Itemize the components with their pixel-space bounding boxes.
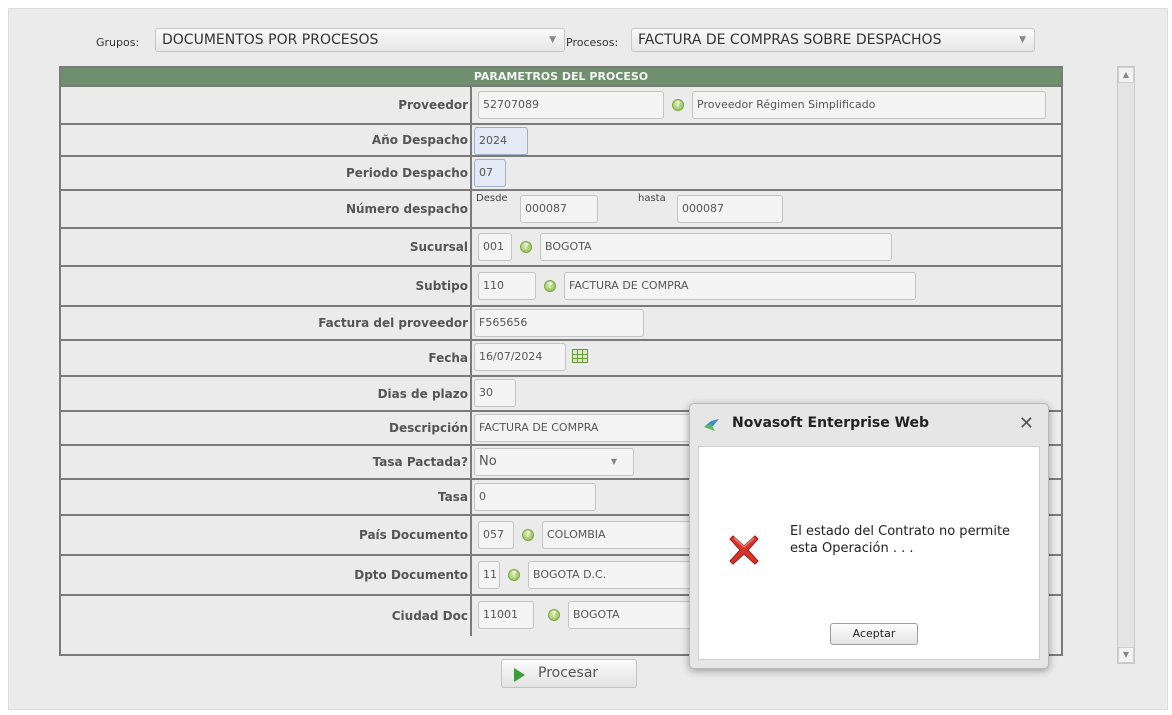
label-factura-proveedor: Factura del proveedor: [61, 307, 472, 339]
row-factura-proveedor: Factura del proveedor F565656: [61, 307, 1061, 341]
row-subtipo: Subtipo 110 ? FACTURA DE COMPRA: [61, 267, 1061, 307]
row-proveedor: Proveedor 52707089 ? Proveedor Régimen S…: [61, 87, 1061, 125]
proveedor-code-input[interactable]: 52707089: [478, 91, 664, 119]
help-icon[interactable]: ?: [544, 280, 556, 292]
processes-select[interactable]: FACTURA DE COMPRAS SOBRE DESPACHOS ▼: [631, 28, 1035, 52]
dpto-code-input[interactable]: 11: [478, 561, 500, 589]
groups-label: Grupos:: [96, 36, 140, 49]
processes-label: Procesos:: [566, 36, 619, 49]
row-anio-despacho: Año Despacho 2024: [61, 125, 1061, 157]
help-icon[interactable]: ?: [508, 569, 520, 581]
desde-label: Desde: [476, 193, 508, 204]
label-sucursal: Sucursal: [61, 229, 472, 265]
row-periodo-despacho: Periodo Despacho 07: [61, 157, 1061, 191]
groups-select[interactable]: DOCUMENTOS POR PROCESOS ▼: [155, 28, 565, 52]
hasta-label: hasta: [638, 193, 666, 204]
chevron-down-icon: ▼: [610, 457, 617, 466]
dialog-titlebar: Novasoft Enterprise Web ✕: [690, 404, 1048, 444]
row-numero-despacho: Número despacho Desde 000087 hasta 00008…: [61, 191, 1061, 229]
hasta-input[interactable]: 000087: [677, 195, 783, 223]
processes-select-value: FACTURA DE COMPRAS SOBRE DESPACHOS: [638, 32, 942, 48]
main-panel: Grupos: DOCUMENTOS POR PROCESOS ▼ Proces…: [8, 8, 1168, 710]
label-tasa-pactada: Tasa Pactada?: [61, 446, 472, 478]
accept-button[interactable]: Aceptar: [830, 623, 918, 645]
row-sucursal: Sucursal 001 ? BOGOTA: [61, 229, 1061, 267]
error-dialog: Novasoft Enterprise Web ✕ El estado del …: [689, 403, 1049, 669]
dialog-message: El estado del Contrato no permite esta O…: [790, 524, 1011, 556]
dialog-body: El estado del Contrato no permite esta O…: [698, 446, 1040, 660]
help-icon[interactable]: ?: [522, 529, 534, 541]
label-numero-despacho: Número despacho: [61, 191, 472, 227]
sucursal-code-input[interactable]: 001: [478, 233, 512, 261]
fecha-input[interactable]: 16/07/2024: [474, 343, 566, 371]
groups-select-value: DOCUMENTOS POR PROCESOS: [162, 32, 379, 48]
scroll-down-icon[interactable]: ▼: [1118, 647, 1134, 663]
tasa-pactada-value: No: [479, 454, 497, 469]
process-button[interactable]: Procesar: [501, 659, 637, 688]
label-dpto-documento: Dpto Documento: [61, 556, 472, 594]
novasoft-logo-icon: [704, 419, 719, 431]
play-icon: [514, 668, 525, 682]
label-dias-plazo: Dias de plazo: [61, 377, 472, 410]
ciudad-code-input[interactable]: 11001: [478, 601, 534, 629]
tasa-pactada-select[interactable]: No ▼: [474, 448, 634, 476]
label-ciudad-doc: Ciudad Doc: [61, 596, 472, 636]
chevron-down-icon: ▼: [549, 35, 556, 45]
label-periodo-despacho: Periodo Despacho: [61, 157, 472, 189]
chevron-down-icon: ▼: [1019, 35, 1026, 45]
process-button-label: Procesar: [538, 665, 599, 681]
label-subtipo: Subtipo: [61, 267, 472, 305]
help-icon[interactable]: ?: [520, 241, 532, 253]
help-icon[interactable]: ?: [548, 609, 560, 621]
anio-despacho-input[interactable]: 2024: [474, 127, 528, 155]
factura-proveedor-input[interactable]: F565656: [474, 309, 644, 337]
help-icon[interactable]: ?: [672, 99, 684, 111]
table-title: PARAMETROS DEL PROCESO: [61, 68, 1061, 87]
subtipo-desc-input[interactable]: FACTURA DE COMPRA: [564, 272, 916, 300]
label-tasa: Tasa: [61, 480, 472, 514]
scroll-up-icon[interactable]: ▲: [1118, 67, 1134, 83]
label-pais-documento: País Documento: [61, 516, 472, 554]
label-anio-despacho: Año Despacho: [61, 125, 472, 155]
desde-input[interactable]: 000087: [520, 195, 598, 223]
label-descripcion: Descripción: [61, 412, 472, 444]
row-fecha: Fecha 16/07/2024: [61, 341, 1061, 377]
label-proveedor: Proveedor: [61, 87, 472, 123]
close-icon[interactable]: ✕: [1019, 413, 1034, 434]
vertical-scrollbar[interactable]: ▲ ▼: [1117, 66, 1135, 664]
subtipo-code-input[interactable]: 110: [478, 272, 536, 300]
dias-plazo-input[interactable]: 30: [474, 379, 516, 407]
label-fecha: Fecha: [61, 341, 472, 375]
proveedor-desc-input[interactable]: Proveedor Régimen Simplificado: [692, 91, 1046, 119]
periodo-despacho-input[interactable]: 07: [474, 159, 506, 187]
tasa-input[interactable]: 0: [474, 483, 596, 511]
dialog-title: Novasoft Enterprise Web: [732, 415, 930, 431]
sucursal-desc-input[interactable]: BOGOTA: [540, 233, 892, 261]
calendar-icon[interactable]: [572, 349, 588, 363]
pais-code-input[interactable]: 057: [478, 521, 514, 549]
error-icon: [729, 535, 759, 565]
